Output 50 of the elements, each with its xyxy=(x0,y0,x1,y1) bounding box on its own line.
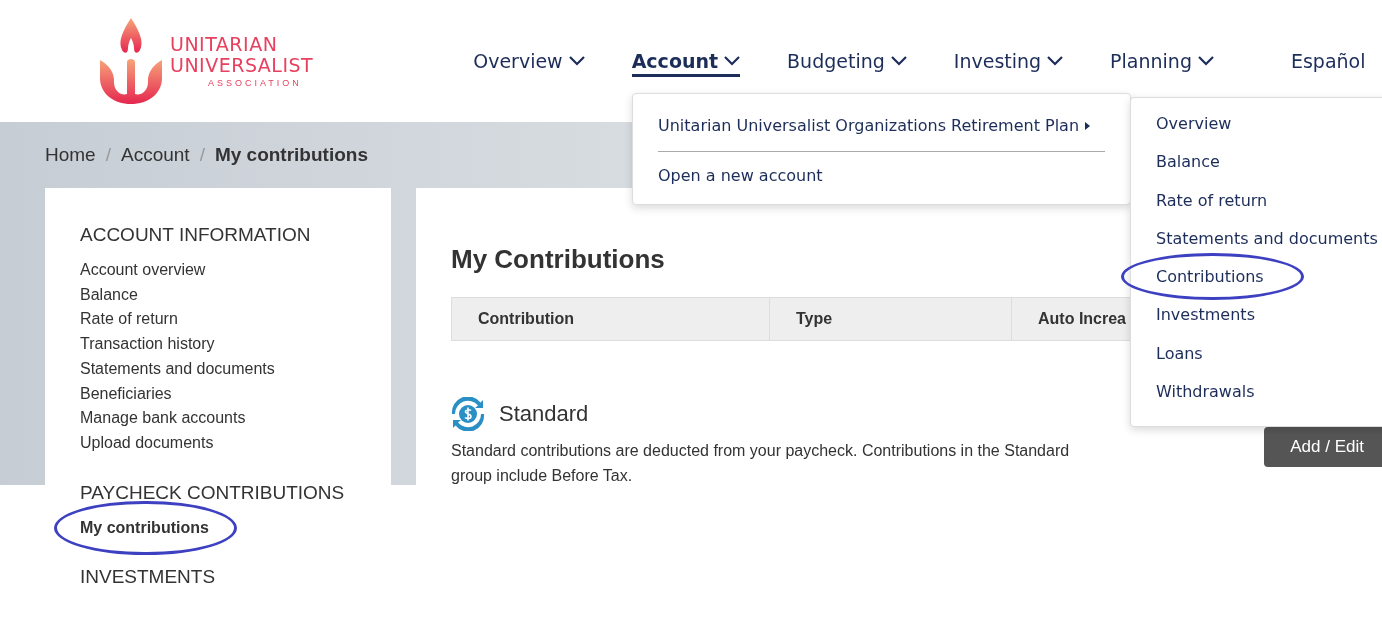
sidebar-link[interactable]: Account overview xyxy=(80,258,206,283)
submenu-item[interactable]: Investments xyxy=(1156,305,1255,325)
breadcrumb-link[interactable]: Account xyxy=(120,144,190,166)
submenu-item[interactable]: Overview xyxy=(1156,114,1232,133)
page-title: My Contributions xyxy=(451,244,666,275)
sidebar-link[interactable]: Manage bank accounts xyxy=(80,406,246,431)
plan-menu-item[interactable]: Unitarian Universalist Organizations Retirement Plan xyxy=(658,116,1091,135)
logo-text: UNITARIAN xyxy=(170,34,279,55)
group-title: Standard xyxy=(499,401,589,427)
breadcrumb-link[interactable]: Home xyxy=(45,144,96,166)
submenu-item[interactable]: Statements and documents xyxy=(1156,228,1378,248)
sidebar-heading: ACCOUNT INFORMATION xyxy=(80,224,312,246)
breadcrumb-separator: / xyxy=(105,144,111,166)
breadcrumb-link[interactable]: My contributions xyxy=(214,144,368,166)
chevron-down-icon xyxy=(1197,55,1214,66)
chevron-down-icon xyxy=(568,55,585,66)
nav-link[interactable]: Español xyxy=(1290,45,1366,77)
caret-right-icon xyxy=(1085,121,1091,130)
sidebar-heading: INVESTMENTS xyxy=(80,566,217,589)
chevron-down-icon xyxy=(890,55,907,66)
nav-link[interactable]: Account xyxy=(631,45,741,77)
nav-link[interactable]: Overview xyxy=(473,45,585,77)
submenu-item[interactable]: Withdrawals xyxy=(1156,382,1255,402)
logo-subtext: ASSOCIATION xyxy=(208,78,303,88)
sidebar-heading: PAYCHECK CONTRIBUTIONS xyxy=(80,481,346,504)
nav-link[interactable]: Budgeting xyxy=(787,45,907,77)
sidebar-link[interactable]: My contributions xyxy=(80,515,209,541)
column-header: Type xyxy=(770,298,1012,340)
chevron-down-icon xyxy=(724,55,741,66)
breadcrumb-separator: / xyxy=(199,144,205,166)
submenu-item[interactable]: Rate of return xyxy=(1156,190,1268,210)
sidebar-link[interactable]: Rate of return xyxy=(80,307,178,333)
logo-text: UNIVERSALIST xyxy=(170,55,314,76)
sidebar-link[interactable]: Beneficiaries xyxy=(80,381,172,407)
nav-link[interactable]: Planning xyxy=(1110,45,1214,77)
group-description: Standard contributions are deducted from your paycheck. Contributions in the Standard group include Before Tax. xyxy=(451,441,1071,486)
submenu-item[interactable]: Balance xyxy=(1156,152,1220,172)
column-header: Contribution xyxy=(452,298,770,340)
sidebar-link[interactable]: Transaction history xyxy=(80,332,215,357)
sidebar-link[interactable]: Upload documents xyxy=(80,430,214,456)
chevron-down-icon xyxy=(1047,55,1064,66)
add-edit-button[interactable]: Add / Edit xyxy=(1264,427,1382,467)
sidebar-link[interactable]: Balance xyxy=(80,282,138,308)
dollar-cycle-icon xyxy=(451,397,485,431)
submenu-item[interactable]: Contributions xyxy=(1156,267,1264,287)
sidebar-link[interactable]: Statements and documents xyxy=(80,356,275,382)
menu-item[interactable]: Open a new account xyxy=(658,166,823,185)
chalice-logo-icon xyxy=(100,18,162,104)
submenu-item[interactable]: Loans xyxy=(1156,343,1203,363)
nav-link[interactable]: Investing xyxy=(953,45,1064,77)
